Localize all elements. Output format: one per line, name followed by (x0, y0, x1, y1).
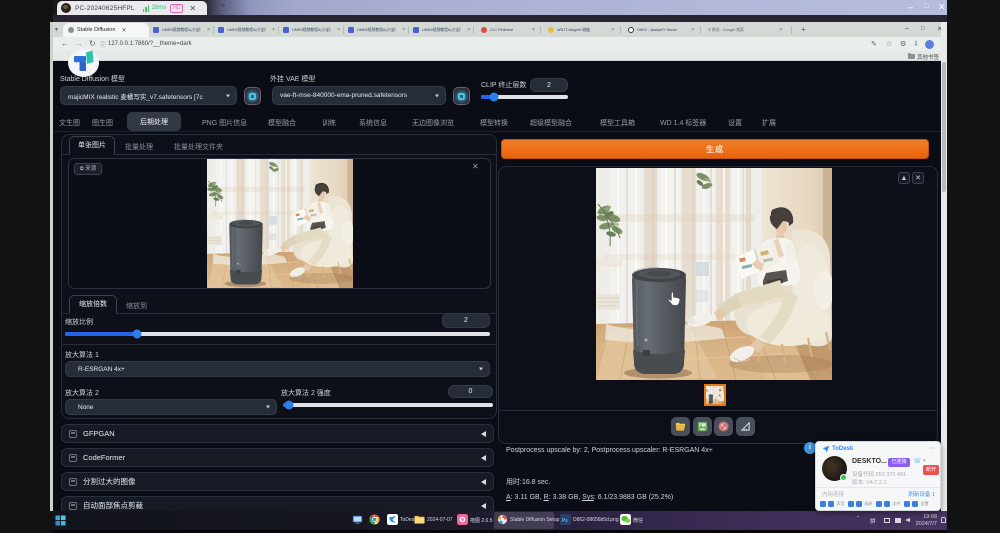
svg-text:Ps: Ps (562, 518, 568, 524)
